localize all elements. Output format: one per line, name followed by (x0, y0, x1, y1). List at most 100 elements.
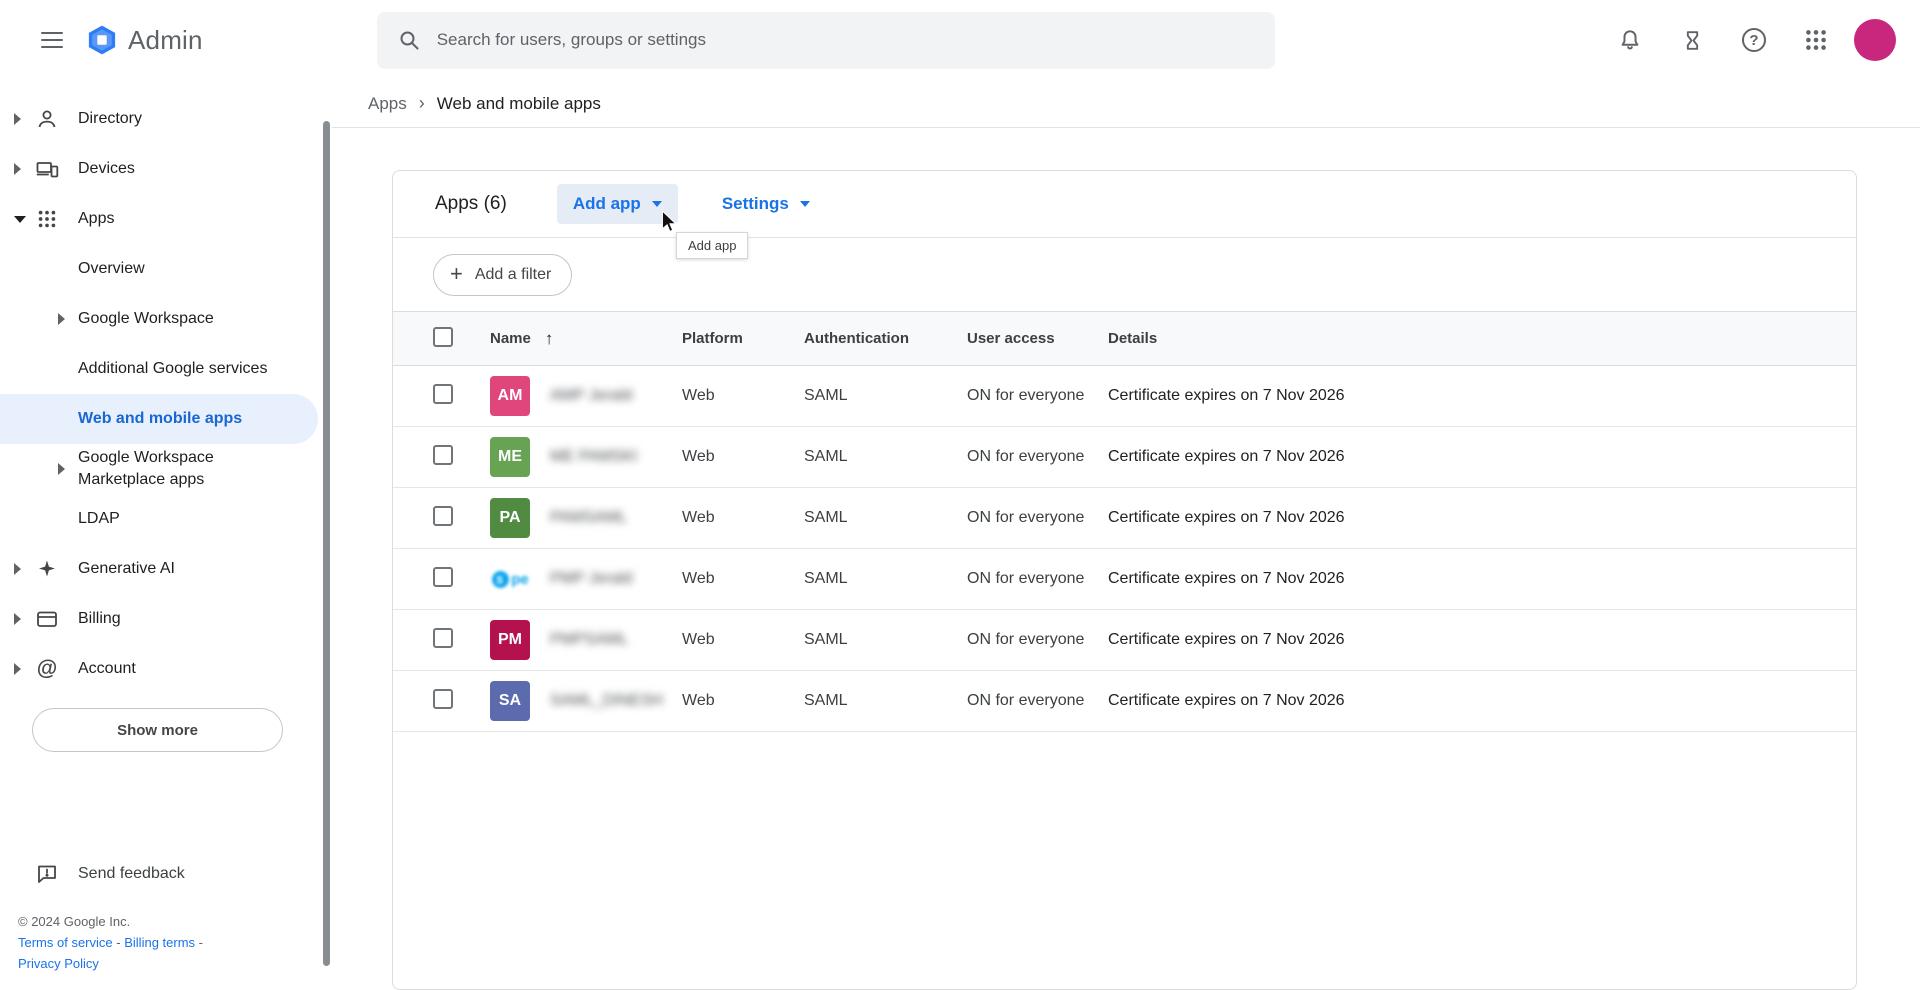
app-name[interactable]: ME PAMSKI (550, 448, 638, 466)
main-content: Apps › Web and mobile apps Apps (6) Add … (332, 80, 1920, 990)
expand-caret-icon (14, 163, 21, 175)
table-row[interactable]: pe PMP Jerald Web SAML ON for everyone C… (393, 549, 1856, 610)
sidebar-footer: © 2024 Google Inc. Terms of service - Bi… (0, 897, 332, 974)
expand-caret-icon (58, 313, 65, 325)
product-name: Admin (128, 25, 203, 56)
directory-person-icon (34, 106, 60, 132)
add-app-tooltip: Add app (676, 232, 748, 259)
user-access-cell: ON for everyone (967, 387, 1108, 405)
app-name[interactable]: PAMSAML (550, 509, 627, 527)
apps-launcher-grid-icon[interactable] (1792, 16, 1840, 64)
column-header-name[interactable]: Name ↑ (490, 329, 682, 349)
row-checkbox[interactable] (433, 506, 453, 526)
privacy-policy-link[interactable]: Privacy Policy (18, 956, 99, 971)
sidebar-item-generative-ai[interactable]: Generative AI (0, 544, 332, 594)
sidebar-item-billing[interactable]: Billing (0, 594, 332, 644)
filter-row: + Add a filter (393, 238, 1856, 311)
expand-caret-icon (14, 663, 21, 675)
row-checkbox[interactable] (433, 628, 453, 648)
authentication-cell: SAML (804, 387, 967, 405)
apps-table: Name ↑ Platform Authentication User acce… (393, 311, 1856, 732)
app-name[interactable]: AMP Jerald (550, 387, 632, 405)
search-bar[interactable] (377, 12, 1275, 69)
feedback-bubble-icon (34, 861, 60, 887)
user-access-cell: ON for everyone (967, 448, 1108, 466)
table-row[interactable]: PA PAMSAML Web SAML ON for everyone Cert… (393, 488, 1856, 549)
sidebar-item-account[interactable]: @ Account (0, 644, 332, 694)
search-input[interactable] (437, 30, 1255, 50)
copyright-text: © 2024 Google Inc. (18, 911, 314, 932)
expand-caret-icon (14, 613, 21, 625)
sidebar-item-devices[interactable]: Devices (0, 144, 332, 194)
row-checkbox[interactable] (433, 384, 453, 404)
add-filter-button[interactable]: + Add a filter (433, 254, 572, 296)
column-header-user-access: User access (967, 330, 1108, 347)
authentication-cell: SAML (804, 631, 967, 649)
mouse-cursor (661, 211, 677, 233)
details-cell: Certificate expires on 7 Nov 2026 (1108, 509, 1856, 527)
breadcrumb-separator-icon: › (419, 93, 425, 114)
row-checkbox[interactable] (433, 689, 453, 709)
terms-of-service-link[interactable]: Terms of service (18, 935, 113, 950)
sidebar-item-ldap[interactable]: LDAP (0, 494, 332, 544)
breadcrumb-apps-link[interactable]: Apps (368, 94, 407, 114)
platform-cell: Web (682, 692, 804, 710)
details-cell: Certificate expires on 7 Nov 2026 (1108, 387, 1856, 405)
app-logo-glyph-icon (491, 570, 510, 589)
show-more-button[interactable]: Show more (32, 708, 283, 752)
sidebar-item-web-and-mobile-apps[interactable]: Web and mobile apps (0, 394, 318, 444)
platform-cell: Web (682, 631, 804, 649)
table-row[interactable]: ME ME PAMSKI Web SAML ON for everyone Ce… (393, 427, 1856, 488)
user-access-cell: ON for everyone (967, 509, 1108, 527)
app-name[interactable]: PMPSAML (550, 631, 628, 649)
table-row[interactable]: PM PMPSAML Web SAML ON for everyone Cert… (393, 610, 1856, 671)
user-access-cell: ON for everyone (967, 692, 1108, 710)
sort-ascending-icon: ↑ (545, 329, 554, 349)
column-header-platform: Platform (682, 330, 804, 347)
column-header-details: Details (1108, 330, 1856, 347)
sidebar-item-directory[interactable]: Directory (0, 94, 332, 144)
profile-avatar[interactable] (1854, 19, 1896, 61)
sidebar-item-google-workspace[interactable]: Google Workspace (0, 294, 332, 344)
row-checkbox[interactable] (433, 445, 453, 465)
sidebar-item-apps[interactable]: Apps (0, 194, 332, 244)
send-feedback-button[interactable]: Send feedback (0, 851, 332, 897)
row-checkbox[interactable] (433, 567, 453, 587)
platform-cell: Web (682, 509, 804, 527)
account-at-icon: @ (34, 656, 60, 682)
billing-terms-link[interactable]: Billing terms (124, 935, 195, 950)
table-header-row: Name ↑ Platform Authentication User acce… (393, 311, 1856, 366)
settings-button[interactable]: Settings (706, 184, 826, 224)
notifications-bell-icon[interactable] (1606, 16, 1654, 64)
expand-caret-icon (58, 463, 65, 475)
search-icon (397, 28, 421, 52)
table-row[interactable]: AM AMP Jerald Web SAML ON for everyone C… (393, 366, 1856, 427)
admin-logo: Admin (86, 24, 203, 56)
app-name[interactable]: SAML_DINESH (550, 692, 663, 710)
help-icon[interactable]: ? (1730, 16, 1778, 64)
sidebar-item-marketplace-apps[interactable]: Google Workspace Marketplace apps (0, 444, 332, 494)
admin-hexagon-icon (86, 24, 118, 56)
authentication-cell: SAML (804, 692, 967, 710)
column-header-authentication: Authentication (804, 330, 967, 347)
select-all-checkbox[interactable] (433, 327, 453, 347)
expand-caret-icon (14, 563, 21, 575)
user-access-cell: ON for everyone (967, 631, 1108, 649)
add-app-button[interactable]: Add app (557, 184, 678, 224)
app-avatar: PM (490, 620, 530, 660)
pending-tasks-hourglass-icon[interactable] (1668, 16, 1716, 64)
app-name[interactable]: PMP Jerald (550, 570, 632, 588)
breadcrumb: Apps › Web and mobile apps (332, 80, 1920, 128)
app-avatar: PA (490, 498, 530, 538)
sidebar-scrollbar-thumb[interactable] (323, 121, 330, 966)
billing-wallet-icon (34, 606, 60, 632)
details-cell: Certificate expires on 7 Nov 2026 (1108, 570, 1856, 588)
sparkle-icon (34, 556, 60, 582)
app-avatar: AM (490, 376, 530, 416)
sidebar-item-overview[interactable]: Overview (0, 244, 332, 294)
table-row[interactable]: SA SAML_DINESH Web SAML ON for everyone … (393, 671, 1856, 732)
sidebar-item-additional-google-services[interactable]: Additional Google services (0, 344, 332, 394)
devices-icon (34, 156, 60, 182)
menu-icon[interactable] (28, 16, 76, 64)
apps-grid-icon (34, 206, 60, 232)
